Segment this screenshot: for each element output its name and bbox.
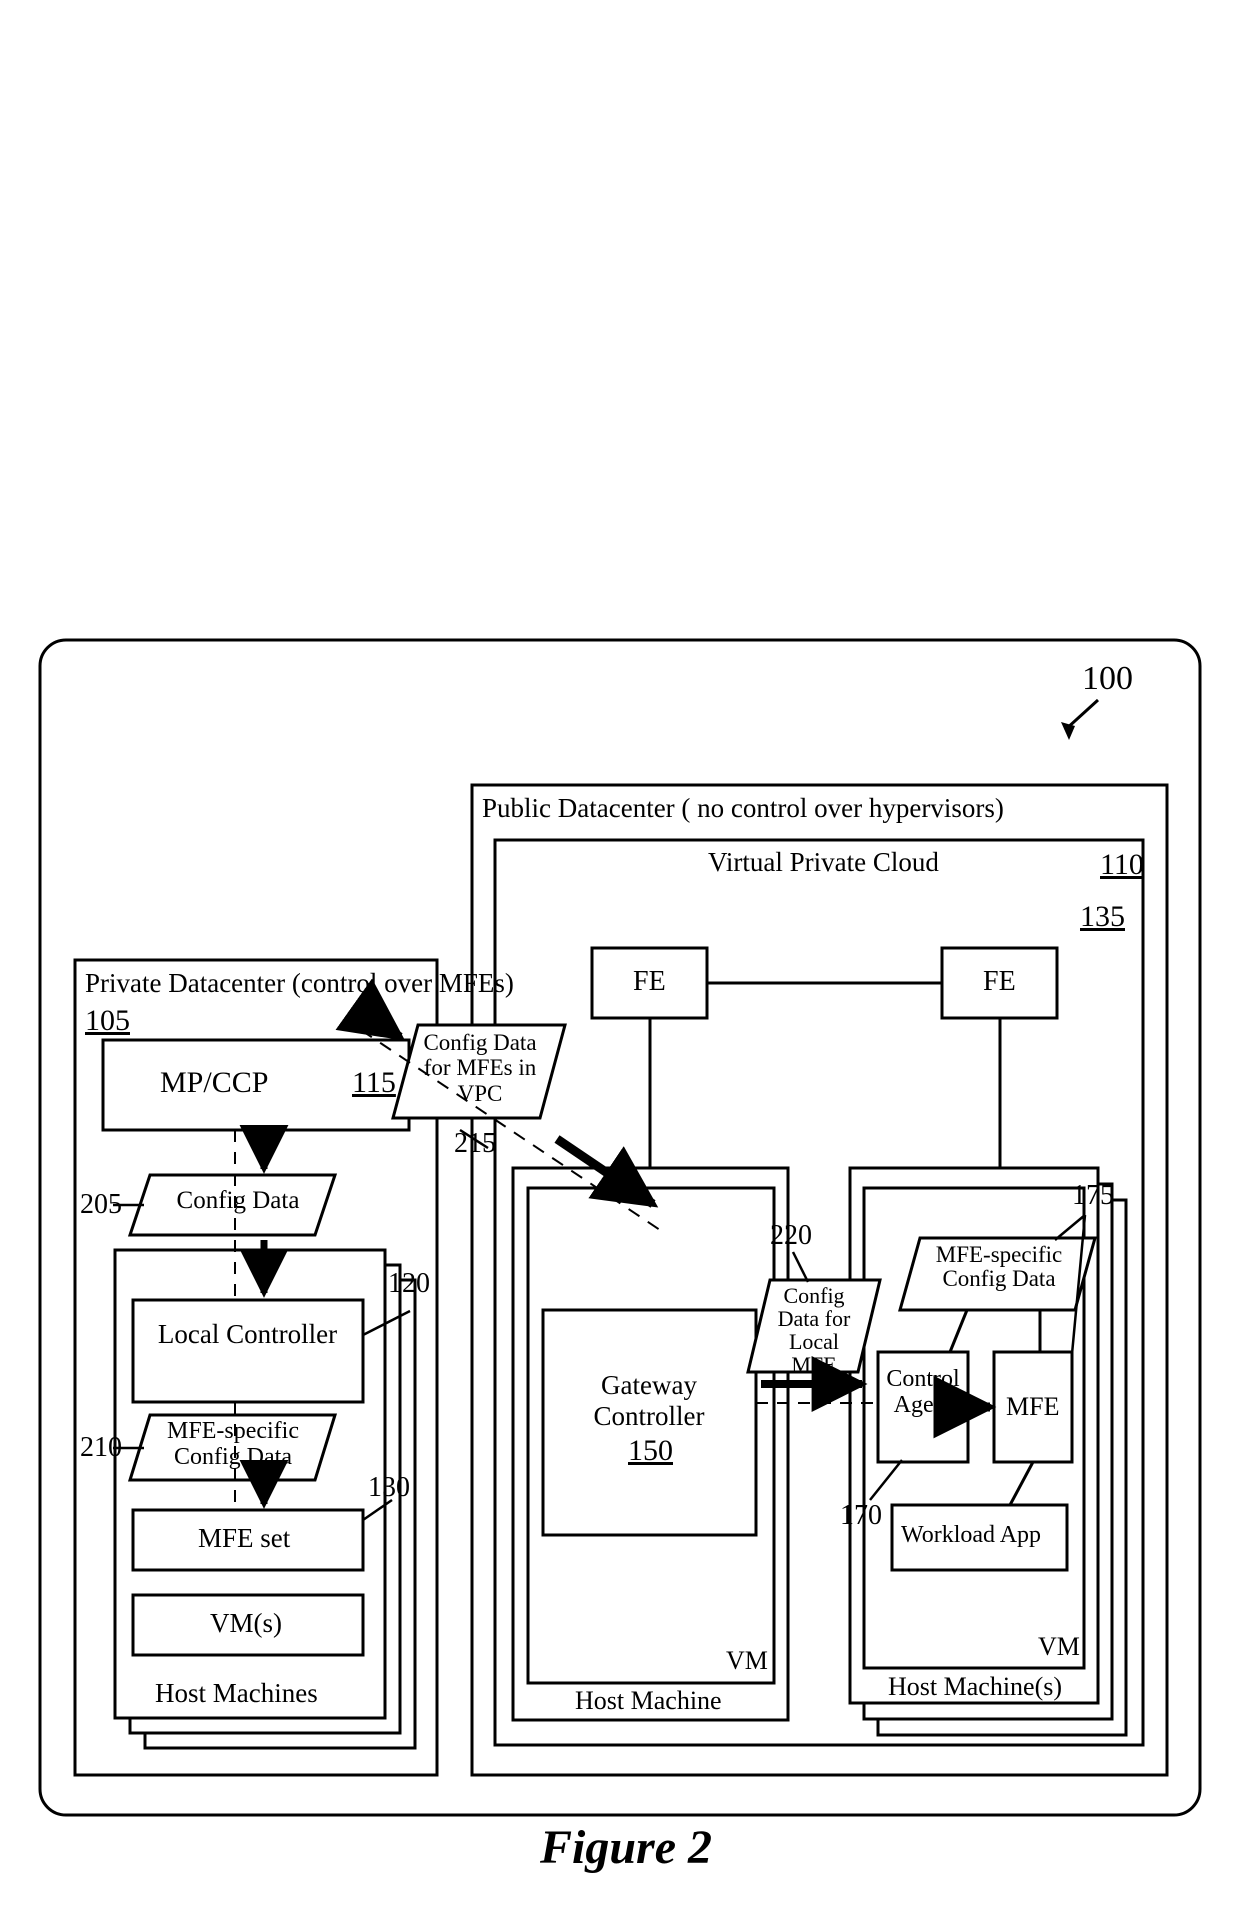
gateway-controller-ref: 150	[628, 1434, 673, 1468]
host-machines-label: Host Machines	[155, 1678, 318, 1709]
top-ref	[1061, 700, 1098, 740]
mfe-specific-config-label-public: MFE-specific Config Data	[924, 1243, 1074, 1291]
private-dc-ref: 105	[85, 1004, 130, 1038]
config-local-mfe-label: Config Data for Local MFE	[766, 1284, 862, 1376]
config-local-mfe-ref: 220	[770, 1220, 812, 1252]
vpc-ref: 135	[1080, 900, 1125, 934]
local-controller-box	[133, 1300, 363, 1402]
mfe-set-label: MFE set	[198, 1523, 290, 1554]
mfe-specific-config-ref-private: 210	[80, 1432, 122, 1464]
gateway-host-label: Host Machine	[575, 1686, 722, 1716]
leader-220	[793, 1252, 808, 1282]
config-vpc-ref: 215	[454, 1128, 496, 1160]
config-data-ref: 205	[80, 1189, 122, 1221]
mfe-set-ref: 130	[368, 1472, 410, 1504]
mfe-specific-config-ref-public: 175	[1072, 1180, 1114, 1212]
mfe-specific-config-label-private: MFE-specific Config Data	[152, 1418, 314, 1471]
gateway-vm-label: VM	[726, 1646, 768, 1676]
private-dc-title: Private Datacenter (control over MFEs)	[85, 968, 514, 999]
workload-app-label: Workload App	[901, 1522, 1041, 1549]
config-data-label: Config Data	[164, 1187, 312, 1215]
public-dc-title: Public Datacenter ( no control over hype…	[482, 793, 1004, 824]
public-dc-ref: 110	[1100, 848, 1144, 882]
top-ref-number: 100	[1082, 660, 1133, 698]
vms-label: VM(s)	[210, 1608, 282, 1639]
control-agent-ref: 170	[840, 1500, 882, 1532]
workload-vm-label: VM	[1038, 1632, 1080, 1662]
config-vpc-label: Config Data for MFEs in VPC	[420, 1030, 540, 1106]
local-controller-label: Local Controller	[140, 1319, 355, 1350]
fe2-label: FE	[983, 966, 1016, 998]
vpc-title: Virtual Private Cloud	[708, 847, 939, 878]
figure-caption: Figure 2	[540, 1820, 712, 1875]
gateway-controller-label: Gateway Controller	[554, 1370, 744, 1432]
mpccp-ref: 115	[352, 1066, 396, 1100]
fe1-label: FE	[633, 966, 666, 998]
control-agent-label: Control Agent	[877, 1366, 969, 1419]
workload-host-label: Host Machine(s)	[888, 1672, 1062, 1702]
mpccp-label: MP/CCP	[160, 1066, 268, 1100]
local-controller-ref: 120	[388, 1268, 430, 1300]
mfe-label: MFE	[1006, 1392, 1059, 1422]
